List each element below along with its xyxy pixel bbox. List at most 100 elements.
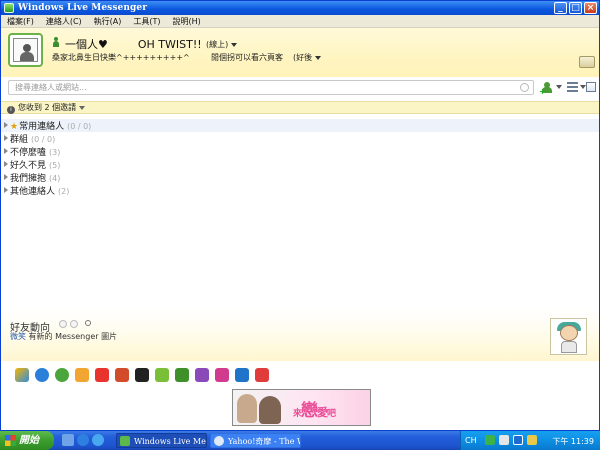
expand-arrow-icon <box>4 135 8 141</box>
taskbar-item-yahoo[interactable]: Yahoo!奇摩 - The Wo... <box>210 433 301 448</box>
group-3[interactable]: 不停麼嗑 (3) <box>4 145 60 158</box>
invitation-text: 您收到 2 個邀請 <box>18 103 77 112</box>
feed-contact[interactable]: 微笑 <box>10 332 26 341</box>
contact-list: ★常用連絡人 (0 / 0) 群組 (0 / 0) 不停麼嗑 (3) 好久不見 (5) … <box>1 119 599 309</box>
close-button[interactable]: × <box>584 2 597 14</box>
menu-bar: 檔案(F) 連絡人(C) 執行(A) 工具(T) 說明(H) <box>1 15 599 28</box>
travel-icon[interactable] <box>235 368 249 382</box>
feed-item[interactable]: 微笑 有新的 Messenger 圖片 <box>10 331 117 342</box>
personal-message[interactable]: 桑家北鼻生日快樂^+++++++++^ <box>52 52 190 63</box>
language-indicator[interactable]: CH <box>465 436 477 445</box>
shop-icon[interactable] <box>75 368 89 382</box>
group-4[interactable]: 好久不見 (5) <box>4 158 60 171</box>
nickname[interactable]: 一個人♥ OH TWIST!! <box>65 36 202 52</box>
tv-icon[interactable] <box>255 368 269 382</box>
adidas-icon[interactable] <box>135 368 149 382</box>
add-contact-icon[interactable]: + <box>539 82 553 96</box>
previous-icon[interactable] <box>59 320 67 328</box>
profile-header: 一個人♥ OH TWIST!! (線上) 桑家北鼻生日快樂^+++++++++^ … <box>1 28 599 77</box>
news-icon[interactable] <box>95 368 109 382</box>
messenger-tray-icon[interactable] <box>485 435 495 445</box>
auction-icon[interactable] <box>115 368 129 382</box>
next-icon[interactable] <box>70 320 78 328</box>
start-button[interactable]: 開始 <box>0 431 54 450</box>
group-favorites[interactable]: ★常用連絡人 (0 / 0) <box>4 119 91 132</box>
contacts-icon[interactable] <box>55 368 69 382</box>
group-count: (0 / 0) <box>31 135 56 144</box>
now-playing-text2: (好後 <box>293 53 313 62</box>
music-icon[interactable] <box>195 368 209 382</box>
change-view-icon[interactable] <box>567 82 578 92</box>
network-icon[interactable] <box>499 435 509 445</box>
menu-tools[interactable]: 工具(T) <box>127 16 166 27</box>
show-desktop-icon[interactable] <box>62 434 74 446</box>
group-label: 群組 <box>10 135 29 145</box>
search-icon[interactable] <box>85 320 91 326</box>
group-count: (0 / 0) <box>67 122 92 131</box>
feed-text: 有新的 Messenger 圖片 <box>28 332 118 341</box>
contact-avatar[interactable] <box>550 318 587 355</box>
minimize-button[interactable]: _ <box>554 2 567 14</box>
chevron-down-icon[interactable] <box>556 85 562 89</box>
search-input[interactable]: 搜尋連絡人或網站... <box>8 80 534 95</box>
tray-app-icon[interactable] <box>513 435 523 445</box>
clock[interactable]: 下午 11:39 <box>552 436 594 447</box>
messenger-app-icon <box>4 3 14 13</box>
status-selector[interactable]: (線上) <box>206 39 238 50</box>
group-label: 好久不見 <box>10 161 47 171</box>
mail-icon[interactable] <box>579 56 595 68</box>
star-icon: ★ <box>10 122 19 132</box>
title-bar[interactable]: Windows Live Messenger _ □ × <box>1 1 599 15</box>
browser-icon <box>214 436 224 446</box>
dict-icon[interactable] <box>215 368 229 382</box>
expand-arrow-icon <box>4 187 8 193</box>
start-label: 開始 <box>19 435 39 446</box>
show-menu-icon[interactable] <box>586 82 596 92</box>
messenger-window: Windows Live Messenger _ □ × 檔案(F) 連絡人(C… <box>0 0 600 431</box>
window-title: Windows Live Messenger <box>18 3 148 13</box>
system-tray: CH 下午 11:39 <box>460 431 600 450</box>
search-row: 搜尋連絡人或網站... + <box>1 77 599 99</box>
game-icon[interactable] <box>155 368 169 382</box>
group-label: 不停麼嗑 <box>10 148 47 158</box>
group-groups[interactable]: 群組 (0 / 0) <box>4 132 55 145</box>
advertisement-banner[interactable]: 來戀愛吧 <box>232 389 371 426</box>
chevron-down-icon <box>315 55 322 60</box>
expand-arrow-icon <box>4 161 8 167</box>
whats-new-panel: 好友動向 微笑 有新的 Messenger 圖片 <box>1 309 599 361</box>
group-count: (4) <box>49 174 61 183</box>
volume-icon[interactable] <box>527 435 537 445</box>
status-text: (線上) <box>206 40 229 49</box>
windows-flag-icon <box>5 435 16 446</box>
app-bar <box>1 361 599 387</box>
browser-icon[interactable] <box>77 434 89 446</box>
menu-file[interactable]: 檔案(F) <box>1 16 40 27</box>
map-icon[interactable] <box>175 368 189 382</box>
group-other-contacts[interactable]: 其他連絡人 (2) <box>4 184 69 197</box>
group-count: (2) <box>58 187 70 196</box>
task-label: Windows Live Messen... <box>134 437 206 446</box>
ad-person-image <box>259 396 281 424</box>
invitation-notice[interactable]: i 您收到 2 個邀請 <box>1 101 599 114</box>
messenger-icon <box>120 436 130 446</box>
windows-live-icon[interactable] <box>15 368 29 382</box>
expand-arrow-icon <box>4 122 8 128</box>
chevron-down-icon <box>79 105 86 110</box>
maximize-button[interactable]: □ <box>569 2 582 14</box>
menu-contacts[interactable]: 連絡人(C) <box>40 16 88 27</box>
menu-actions[interactable]: 執行(A) <box>88 16 128 27</box>
media-player-icon[interactable] <box>92 434 104 446</box>
group-label: 我們擁抱 <box>10 174 47 184</box>
refresh-icon[interactable] <box>35 368 49 382</box>
taskbar-item-messenger[interactable]: Windows Live Messen... <box>116 433 207 448</box>
task-label: Yahoo!奇摩 - The Wo... <box>228 437 300 446</box>
now-playing[interactable]: 閒個拐可以看六頁客 (好後 <box>211 52 322 63</box>
expand-arrow-icon <box>4 174 8 180</box>
group-5[interactable]: 我們擁抱 (4) <box>4 171 60 184</box>
menu-help[interactable]: 說明(H) <box>167 16 207 27</box>
chevron-down-icon <box>231 42 238 47</box>
search-icon[interactable] <box>520 83 529 92</box>
group-label: 其他連絡人 <box>10 187 56 197</box>
nickname-part2: OH TWIST!! <box>137 38 202 51</box>
display-picture[interactable] <box>8 33 43 67</box>
